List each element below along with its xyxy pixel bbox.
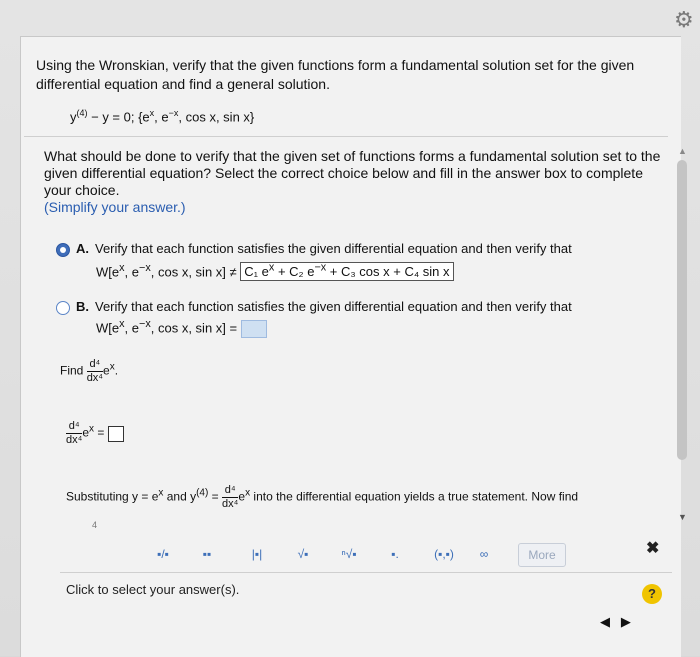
infinity-tool-icon[interactable]: ∞ [472,540,496,568]
relation-b-symbol: = [229,320,238,336]
status-text: Click to select your answer(s). [66,582,240,597]
question-prompt: What should be done to verify that the g… [44,148,664,216]
w-tail: , cos x, sin x] [150,264,226,280]
derivative-answer-input[interactable] [107,425,124,442]
differential-equation: y(4) − y = 0; {ex, e−x, cos x, sin x} [70,108,254,124]
eq-sup2: −x [168,108,179,118]
answer-a-box[interactable]: C₁ ex + C₂ e−x + C₃ cos x + C₄ sin x [240,262,454,282]
wb-prefix: W[e [96,320,120,336]
sqrt-tool-icon[interactable]: √▪ [288,540,318,568]
continuation-marker: 4 [92,520,98,530]
substitution-text: Substituting y = ex and y(4) = d⁴ dx⁴ ex i… [66,484,666,511]
subst-t5: into the differential equation yields a … [250,489,579,504]
choice-a-label: A. [76,241,89,256]
w-mid: , e [124,264,140,280]
simplify-hint: (Simplify your answer.) [44,199,186,215]
ans-sup2: −x [314,262,327,274]
vertical-scrollbar[interactable]: ▲ ▼ [672,140,692,522]
choice-a[interactable]: A. Verify that each function satisfies th… [56,240,572,258]
find-period: . [114,363,119,378]
wb-sup2: −x [139,318,151,330]
subst-fraction: d⁴ dx⁴ [222,484,239,511]
choice-b-text: Verify that each function satisfies the … [95,299,572,314]
find-expr: e [103,363,110,378]
exponent-tool-icon[interactable]: ▪▪ [192,540,222,568]
wb-tail: , cos x, sin x] [150,320,226,336]
ans-part3: + C₃ cos x + C₄ sin x [326,264,450,280]
eq-rest: − y = 0; {e [87,109,150,125]
nth-root-tool-icon[interactable]: ⁿ√▪ [334,540,364,568]
subst-t3: = [208,489,223,504]
ordered-pair-tool-icon[interactable]: (▪,▪) [424,540,464,568]
scroll-thumb[interactable] [677,160,687,460]
eq-order: (4) [76,108,88,118]
deriv-equals: = [97,425,105,440]
question-intro: Using the Wronskian, verify that the giv… [36,57,635,92]
choice-a-wronskian: W[ex, e−x, cos x, sin x] ≠ C₁ ex + C₂ e−… [96,262,454,282]
subst-t1: Substituting y = e [66,489,159,504]
find-den: dx⁴ [86,372,104,384]
eq-mid: , e [154,109,169,125]
divider [24,136,668,137]
radio-b[interactable] [56,300,70,315]
find-derivative: Find d⁴ dx⁴ ex. [60,358,118,385]
wb-mid: , e [124,320,140,336]
answer-b-input[interactable] [240,319,267,338]
nav-buttons: ◀ ▶ [600,614,631,630]
decimal-tool-icon[interactable]: ▪. [380,540,410,568]
help-icon[interactable]: ? [642,584,662,604]
ans-part1: C₁ e [244,264,269,280]
relation-symbol: ≠ [229,264,237,280]
scroll-up-icon[interactable]: ▲ [678,146,687,156]
footer-divider [60,572,672,573]
choice-b-label: B. [76,299,89,314]
choice-b[interactable]: B. Verify that each function satisfies th… [56,298,572,316]
deriv-fraction: d⁴ dx⁴ [66,420,83,447]
prompt-text: What should be done to verify that the g… [44,148,661,198]
choice-a-text: Verify that each function satisfies the … [95,241,572,256]
find-num: d⁴ [86,358,104,372]
ans-part2: + C₂ e [274,264,315,280]
scroll-down-icon[interactable]: ▼ [678,512,687,522]
gear-icon[interactable]: ⚙ [674,10,696,32]
next-arrow-icon[interactable]: ▶ [621,614,631,629]
subst-den: dx⁴ [222,498,239,510]
prev-arrow-icon[interactable]: ◀ [600,614,610,629]
subst-num: d⁴ [222,484,239,498]
w-sup2: −x [139,262,151,274]
w-prefix: W[e [96,264,120,280]
find-fraction: d⁴ dx⁴ [86,358,104,385]
derivative-equation: d⁴ dx⁴ ex = [66,420,124,447]
math-toolbar: ▪/▪ ▪▪ |▪| √▪ ⁿ√▪ ▪. (▪,▪) ∞ More [148,540,578,570]
radio-a-selected[interactable] [56,242,70,257]
eq-tail: , cos x, sin x} [178,109,255,125]
deriv-den: dx⁴ [66,434,83,446]
deriv-expr-sup: x [89,423,95,435]
close-icon[interactable]: ✖ [646,538,659,558]
more-button[interactable]: More [518,543,566,567]
deriv-num: d⁴ [66,420,83,434]
subst-t2: and y [163,489,197,504]
subst-s2: (4) [196,487,209,499]
find-label: Find [60,363,84,378]
fraction-tool-icon[interactable]: ▪/▪ [148,540,178,568]
choice-b-wronskian: W[ex, e−x, cos x, sin x] = [96,318,267,338]
absolute-value-tool-icon[interactable]: |▪| [242,540,272,568]
